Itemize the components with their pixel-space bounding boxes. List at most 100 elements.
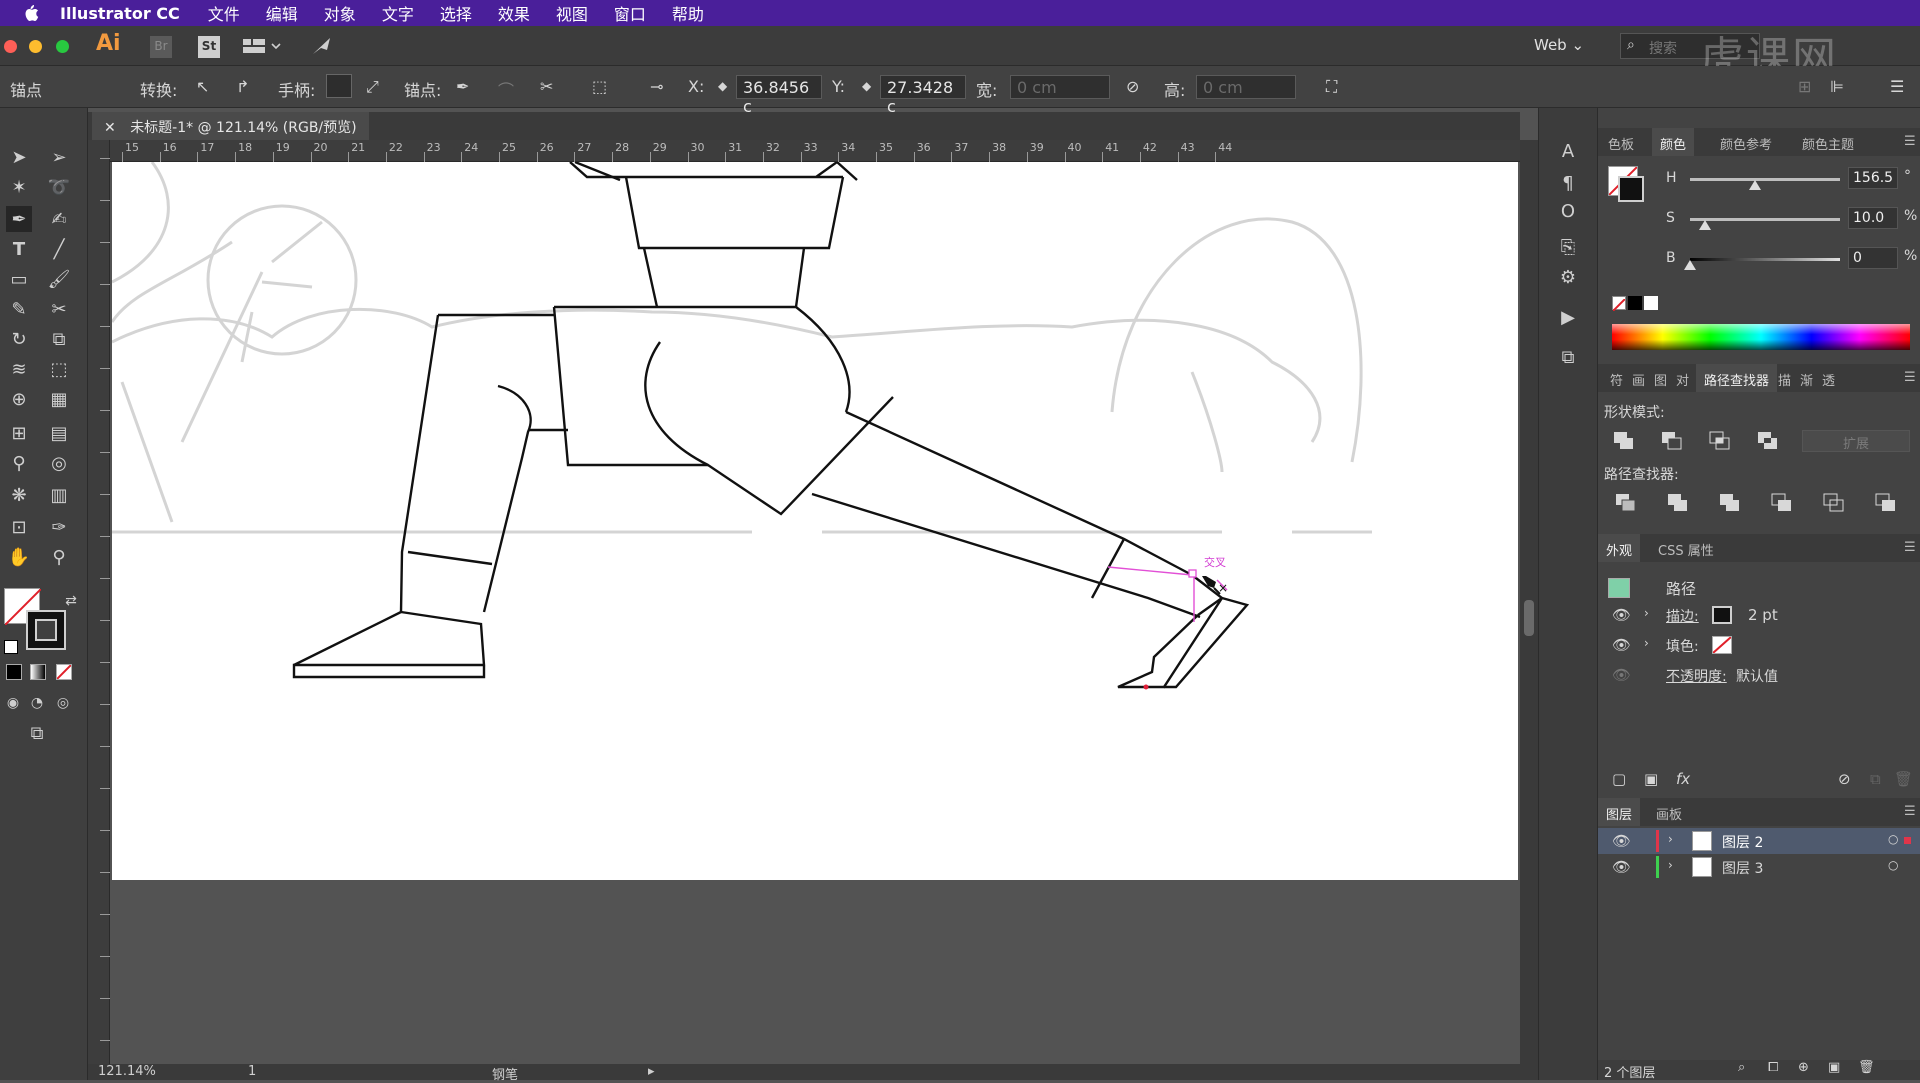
- minus-back-icon[interactable]: [1874, 492, 1898, 514]
- control-menu-icon[interactable]: ☰: [1890, 77, 1904, 96]
- tab-css-properties[interactable]: CSS 属性: [1658, 540, 1714, 559]
- current-tool-name[interactable]: 钢笔: [492, 1064, 518, 1083]
- trim-icon[interactable]: [1666, 492, 1690, 514]
- menu-view[interactable]: 视图: [556, 1, 588, 25]
- add-fill-icon[interactable]: ▣: [1644, 770, 1658, 788]
- opacity-visibility-eye-icon[interactable]: 👁: [1612, 666, 1631, 684]
- tab-artboards[interactable]: 画板: [1656, 804, 1682, 823]
- tab-color-themes[interactable]: 颜色主题: [1802, 134, 1854, 153]
- layer-visibility-eye-icon[interactable]: 👁: [1612, 832, 1631, 850]
- outline-icon[interactable]: [1822, 492, 1846, 514]
- panel-options-icon[interactable]: ⊞: [1798, 77, 1811, 96]
- layer-selection-indicator[interactable]: [1904, 837, 1911, 844]
- magic-wand-tool-icon[interactable]: ✶: [6, 174, 32, 200]
- align-icon[interactable]: ⊸: [650, 77, 663, 96]
- artboard-tool-icon[interactable]: ⊡: [6, 514, 32, 540]
- merge-icon[interactable]: [1718, 492, 1742, 514]
- none-swatch[interactable]: [1612, 296, 1626, 312]
- minus-front-icon[interactable]: [1660, 430, 1684, 452]
- vertical-scroll-thumb[interactable]: [1524, 600, 1534, 636]
- shape-builder-tool-icon[interactable]: ⊕: [6, 386, 32, 412]
- selected-anchor-point[interactable]: [1188, 569, 1197, 578]
- h-slider-thumb[interactable]: [1748, 180, 1761, 190]
- s-value-field[interactable]: 10.0: [1848, 207, 1898, 229]
- tab-graphic-styles[interactable]: 图: [1654, 370, 1667, 389]
- layer-expand-chevron-icon[interactable]: ›: [1668, 832, 1673, 846]
- pen-tool-icon[interactable]: ✒: [6, 206, 32, 232]
- fill-label[interactable]: 填色:: [1666, 636, 1699, 656]
- perspective-grid-tool-icon[interactable]: ▦: [46, 386, 72, 412]
- fill-color-swatch[interactable]: [1712, 636, 1732, 654]
- opentype-panel-icon[interactable]: O: [1555, 198, 1581, 224]
- appearance-menu-icon[interactable]: ☰: [1904, 540, 1916, 555]
- tab-symbols[interactable]: 符: [1610, 370, 1623, 389]
- stroke-row[interactable]: 👁 › 描边: 2 pt: [1598, 602, 1920, 628]
- stroke-swatch[interactable]: [26, 610, 66, 650]
- character-panel-icon[interactable]: A: [1555, 138, 1581, 164]
- stock-button[interactable]: St: [198, 36, 220, 58]
- workspace-switcher[interactable]: Web ⌄: [1534, 36, 1584, 54]
- asset-export-icon[interactable]: ⎘: [1555, 234, 1581, 260]
- tab-pathfinder[interactable]: 路径查找器: [1696, 364, 1778, 392]
- tab-stroke[interactable]: 描: [1778, 370, 1791, 389]
- add-stroke-icon[interactable]: ▢: [1612, 770, 1626, 788]
- layer-row[interactable]: 👁 › 图层 2 ○: [1598, 828, 1920, 854]
- menu-edit[interactable]: 编辑: [266, 1, 298, 25]
- rotate-tool-icon[interactable]: ↻: [6, 326, 32, 352]
- y-field[interactable]: 27.3428 c: [880, 75, 966, 116]
- s-slider[interactable]: [1690, 218, 1840, 221]
- type-tool-icon[interactable]: T: [6, 236, 32, 262]
- close-window-button[interactable]: [4, 40, 17, 53]
- color-mode-icon[interactable]: [6, 664, 22, 680]
- add-effect-icon[interactable]: fx: [1676, 770, 1690, 788]
- crop-icon[interactable]: [1770, 492, 1794, 514]
- s-slider-thumb[interactable]: [1699, 220, 1711, 230]
- cut-path-icon[interactable]: ✂: [540, 77, 553, 96]
- h-slider[interactable]: [1690, 178, 1840, 181]
- black-swatch[interactable]: [1628, 296, 1642, 310]
- delete-item-icon[interactable]: 🗑: [1894, 770, 1913, 788]
- gradient-mode-icon[interactable]: [30, 664, 46, 680]
- gradient-tool-icon[interactable]: ▤: [46, 420, 72, 446]
- stroke-visibility-eye-icon[interactable]: 👁: [1612, 606, 1631, 624]
- paragraph-panel-icon[interactable]: ¶: [1555, 170, 1581, 196]
- layer-name[interactable]: 图层 3: [1722, 858, 1763, 878]
- menu-window[interactable]: 窗口: [614, 1, 646, 25]
- color-stroke-swatch[interactable]: [1618, 176, 1644, 202]
- tab-swatches[interactable]: 色板: [1608, 134, 1634, 153]
- convert-smooth-icon[interactable]: ↱: [236, 77, 249, 96]
- zoom-level[interactable]: 121.14%: [98, 1064, 156, 1079]
- color-spectrum[interactable]: [1612, 324, 1910, 350]
- clipping-mask-icon[interactable]: ⧠: [1768, 1060, 1778, 1075]
- expand-button[interactable]: 扩展: [1802, 430, 1910, 452]
- delete-layer-icon[interactable]: 🗑: [1858, 1060, 1875, 1075]
- swap-fill-stroke-icon[interactable]: ⇄: [58, 588, 84, 614]
- tab-color[interactable]: 颜色: [1652, 128, 1695, 156]
- line-tool-icon[interactable]: ╱: [46, 236, 72, 262]
- opacity-label[interactable]: 不透明度:: [1666, 666, 1727, 686]
- vertical-scrollbar[interactable]: [1520, 140, 1538, 1070]
- scissors-tool-icon[interactable]: ✂: [46, 296, 72, 322]
- artwork[interactable]: 交叉 ×: [110, 160, 1518, 880]
- stroke-color-swatch[interactable]: [1712, 606, 1732, 624]
- white-swatch[interactable]: [1644, 296, 1658, 310]
- isolate-selection-icon[interactable]: ⬚: [592, 77, 607, 96]
- fill-row[interactable]: 👁 › 填色:: [1598, 632, 1920, 658]
- minimize-window-button[interactable]: [29, 40, 42, 53]
- search-input[interactable]: 搜索: [1649, 38, 1677, 58]
- selection-tool-icon[interactable]: ➤: [6, 144, 32, 170]
- fill-expand-chevron-icon[interactable]: ›: [1644, 636, 1649, 650]
- new-layer-icon[interactable]: ▣: [1828, 1060, 1840, 1075]
- symbol-sprayer-tool-icon[interactable]: ❋: [6, 482, 32, 508]
- properties-gear-icon[interactable]: ⚙: [1555, 264, 1581, 290]
- slice-tool-icon[interactable]: ✑: [46, 514, 72, 540]
- constrain-proportions-icon[interactable]: ⊘: [1126, 77, 1139, 96]
- align-panel-icon[interactable]: ⊫: [1830, 77, 1844, 96]
- layer-name[interactable]: 图层 2: [1722, 832, 1763, 852]
- hide-handles-icon[interactable]: ⤢: [366, 77, 379, 97]
- x-stepper-icon[interactable]: ◆: [718, 79, 727, 93]
- zoom-window-button[interactable]: [56, 40, 69, 53]
- width-field[interactable]: 0 cm: [1010, 75, 1110, 99]
- b-slider-thumb[interactable]: [1684, 260, 1696, 270]
- tab-layers[interactable]: 图层: [1598, 798, 1641, 826]
